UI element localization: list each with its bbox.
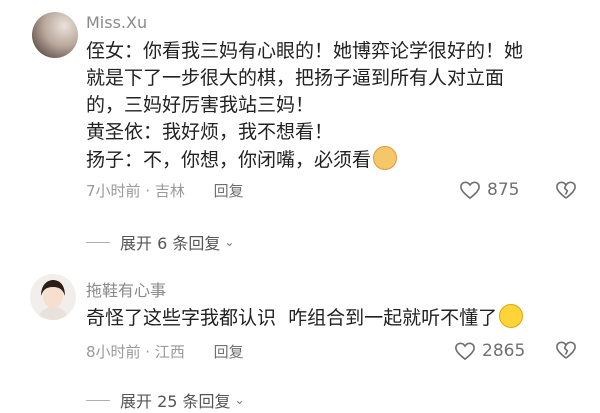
comment-line: 侄女：你看我三妈有心眼的！她博弈论学很好的！她 bbox=[86, 40, 524, 62]
comment-time-location: 7小时前 · 吉林 bbox=[86, 182, 185, 200]
reply-button[interactable]: 回复 bbox=[214, 182, 244, 200]
expand-replies-label: 展开 6 条回复 bbox=[120, 234, 221, 253]
divider bbox=[86, 399, 110, 401]
comment-meta: 7小时前 · 吉林 回复 bbox=[86, 180, 244, 201]
like-count: 875 bbox=[487, 180, 520, 200]
expand-replies-button[interactable]: 展开 25 条回复 ⌄ bbox=[86, 388, 245, 412]
dislike-button[interactable] bbox=[555, 340, 577, 362]
laughing-tears-icon bbox=[499, 304, 524, 328]
expand-replies-label: 展开 25 条回复 bbox=[120, 392, 231, 411]
expand-replies-button[interactable]: 展开 6 条回复 ⌄ bbox=[86, 230, 234, 254]
broken-heart-icon bbox=[555, 181, 577, 204]
comment-time-location: 8小时前 · 江西 bbox=[86, 343, 185, 361]
heart-icon bbox=[459, 180, 481, 200]
comment-username[interactable]: Miss.Xu bbox=[86, 13, 147, 32]
comment-meta: 8小时前 · 江西 回复 bbox=[86, 341, 244, 362]
dog-face-icon bbox=[373, 146, 398, 170]
comment-username[interactable]: 拖鞋有心事 bbox=[86, 277, 166, 301]
comment-line: 扬子：不，你想，你闭嘴，必须看 bbox=[86, 146, 586, 174]
dislike-button[interactable] bbox=[555, 180, 577, 202]
avatar[interactable] bbox=[30, 274, 76, 320]
comment-line-text: 扬子：不，你想，你闭嘴，必须看 bbox=[86, 149, 372, 171]
like-count: 2865 bbox=[482, 341, 526, 361]
reply-button[interactable]: 回复 bbox=[214, 343, 244, 361]
comment-line: 就是下了一步很大的棋，把扬子逼到所有人对立面 bbox=[86, 67, 505, 89]
comment-text: 侄女：你看我三妈有心眼的！她博弈论学很好的！她 就是下了一步很大的棋，把扬子逼到… bbox=[86, 38, 586, 174]
comment-line: 黄圣依：我好烦，我不想看！ bbox=[86, 121, 334, 143]
like-button[interactable]: 2865 bbox=[454, 341, 525, 361]
chevron-down-icon: ⌄ bbox=[234, 393, 245, 407]
heart-icon bbox=[454, 341, 476, 361]
broken-heart-icon bbox=[555, 341, 577, 364]
comment-line: 奇怪了这些字我都认识 咋组合到一起就听不懂了 bbox=[86, 304, 586, 332]
comment-line-text: 奇怪了这些字我都认识 咋组合到一起就听不懂了 bbox=[86, 307, 498, 329]
chevron-down-icon: ⌄ bbox=[224, 235, 235, 249]
divider bbox=[86, 241, 110, 243]
avatar[interactable] bbox=[32, 12, 78, 58]
comment-line: 的，三妈好厉害我站三妈！ bbox=[86, 94, 315, 116]
comment-text: 奇怪了这些字我都认识 咋组合到一起就听不懂了 bbox=[86, 304, 586, 332]
like-button[interactable]: 875 bbox=[459, 180, 519, 200]
